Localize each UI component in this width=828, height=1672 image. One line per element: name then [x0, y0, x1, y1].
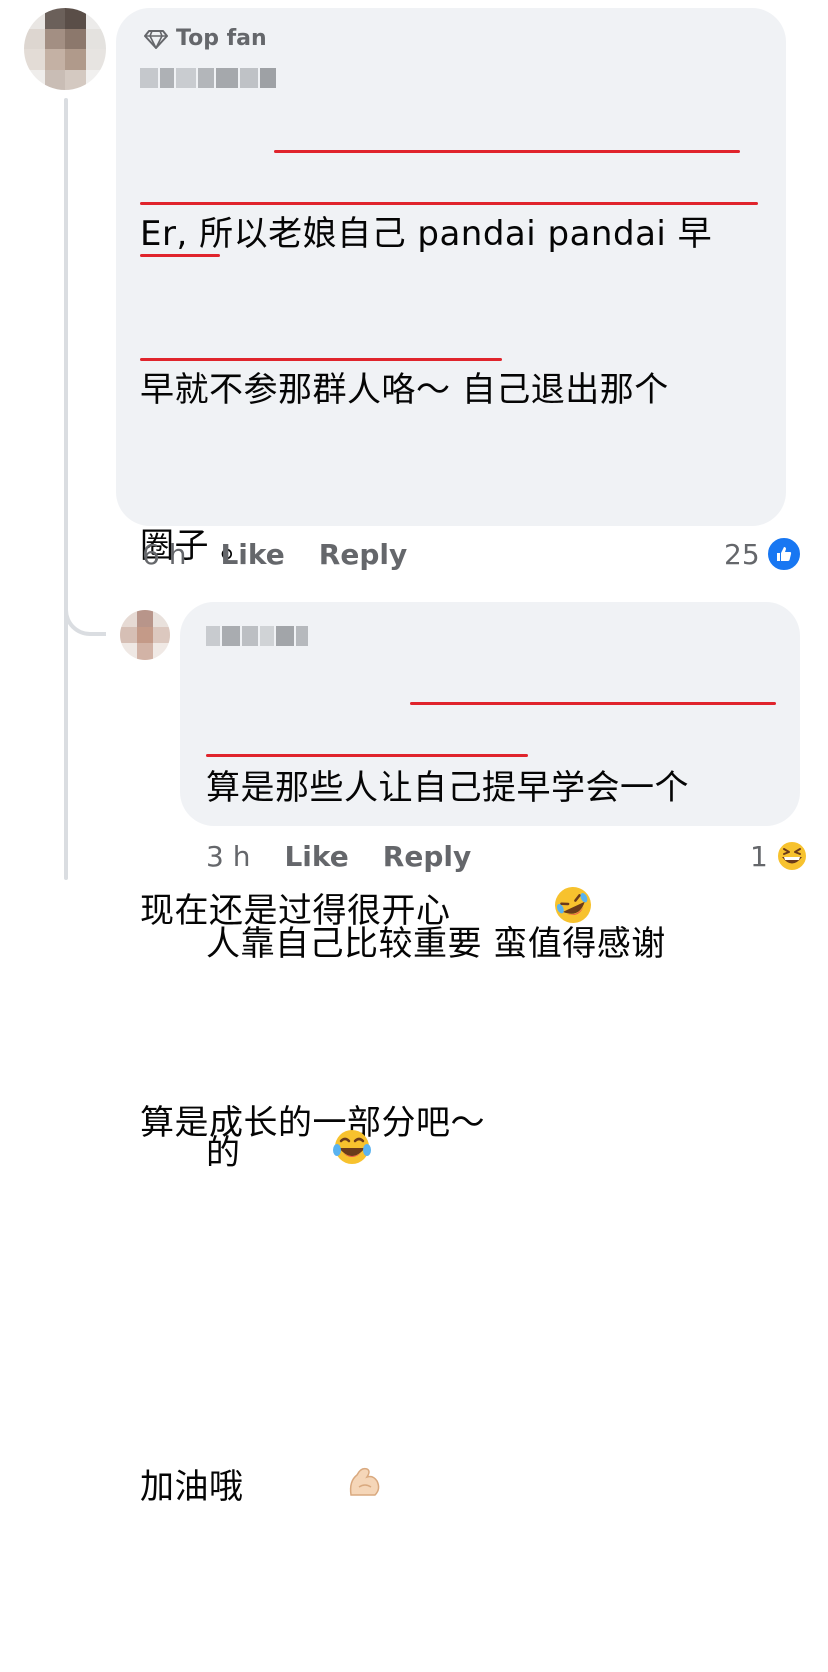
reaction-count: 1 — [750, 839, 768, 873]
grinning-squinting-reaction-icon — [774, 838, 810, 874]
red-underline — [274, 150, 740, 153]
reply-text: 算是那些人让自己提早学会一个 人靠自己比较重要 蛮值得感谢 的 — [206, 658, 689, 1339]
comment-line-text: 加油哦 — [140, 1467, 244, 1507]
diamond-icon — [144, 29, 168, 49]
reaction-summary[interactable]: 25 — [724, 536, 802, 572]
top-fan-badge[interactable]: Top fan — [144, 26, 267, 51]
red-underline — [140, 202, 758, 205]
red-underline — [206, 754, 528, 757]
like-button[interactable]: Like — [284, 840, 348, 873]
reply-button[interactable]: Reply — [319, 538, 407, 571]
red-underline — [140, 358, 502, 361]
thread-line — [64, 98, 68, 880]
reaction-summary[interactable]: 1 — [750, 838, 810, 874]
comment-line-text: 的 — [206, 1133, 241, 1173]
comment-line: 的 — [206, 1074, 689, 1235]
tears-of-joy-emoji — [241, 1074, 373, 1235]
comment-actions: 6 h Like Reply — [142, 538, 407, 571]
author-name-blurred[interactable] — [206, 624, 308, 648]
comment-timestamp[interactable]: 3 h — [206, 840, 250, 873]
avatar[interactable] — [24, 8, 106, 90]
avatar[interactable] — [120, 610, 170, 660]
comment-line: Er, 所以老娘自己 pandai pandai 早 — [140, 214, 713, 254]
thread-connector-curve — [64, 596, 106, 636]
reaction-count: 25 — [724, 537, 760, 571]
like-reaction-icon — [765, 536, 802, 572]
comment-line: 加油哦 — [140, 1409, 712, 1568]
badge-label: Top fan — [176, 26, 267, 51]
like-button[interactable]: Like — [220, 538, 284, 571]
flexed-biceps-emoji — [255, 1409, 385, 1568]
red-underline — [410, 702, 776, 705]
comment-bubble: Top fan Er, 所以老娘自己 pandai pandai 早 早就不参那… — [116, 8, 786, 1507]
comment-timestamp[interactable]: 6 h — [142, 538, 186, 571]
author-name-blurred[interactable] — [140, 66, 276, 90]
comment-line: 算是那些人让自己提早学会一个 — [206, 768, 689, 808]
red-underline — [140, 254, 220, 257]
reply-actions: 3 h Like Reply — [206, 840, 471, 873]
comment-line: 人靠自己比较重要 蛮值得感谢 — [206, 924, 666, 964]
comment-line: 早就不参那群人咯～ 自己退出那个 — [140, 370, 669, 410]
reply-button[interactable]: Reply — [383, 840, 471, 873]
reply-bubble: 算是那些人让自己提早学会一个 人靠自己比较重要 蛮值得感谢 的 — [180, 602, 800, 1173]
